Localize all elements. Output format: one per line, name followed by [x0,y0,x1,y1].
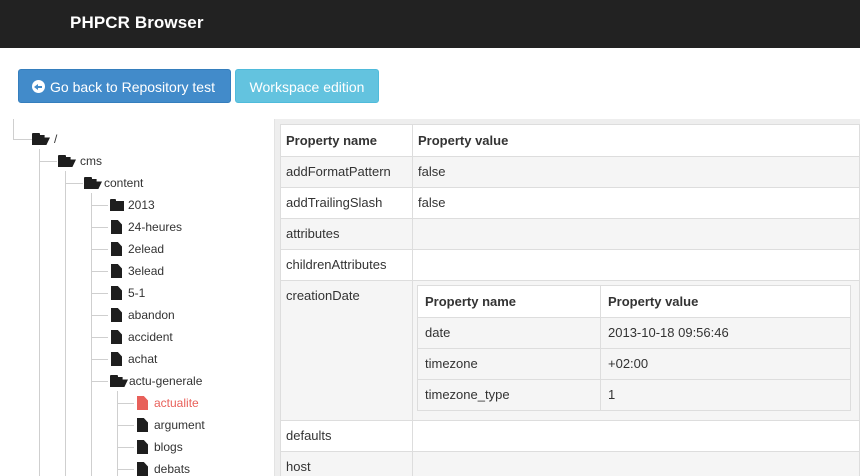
app-title[interactable]: PHPCR Browser [70,13,204,33]
workspace-edition-label: Workspace edition [249,79,365,95]
properties-panel: Property name Property value addFormatPa… [275,119,860,476]
tree-node-label: abandon [128,308,175,322]
property-value: Property name Property value date 2013-1… [412,280,860,421]
go-back-label: Go back to Repository test [50,79,215,95]
tree-node-label: achat [128,352,158,366]
tree-connector [91,381,108,382]
tree-node-label: 2elead [128,242,165,256]
tree-connector [91,205,108,206]
folder-open-icon [32,133,51,145]
tree-connector [91,249,108,250]
file-icon [111,308,122,322]
tree-node-label: blogs [154,440,183,454]
file-icon [137,440,148,454]
tree-connector [91,337,108,338]
nested-row: timezone +02:00 [417,348,851,380]
property-name: childrenAttributes [280,249,413,281]
table-row: childrenAttributes [280,249,860,281]
tree-connector [117,447,134,448]
tree-connector [91,359,108,360]
go-back-button[interactable]: Go back to Repository test [18,69,231,103]
property-name: creationDate [280,280,413,421]
file-icon [111,264,122,278]
nested-header-row: Property name Property value [417,285,851,318]
property-value: +02:00 [600,348,851,380]
file-icon [111,242,122,256]
column-header-value: Property value [600,285,851,318]
tree-node-label: accident [128,330,173,344]
tree-connector [65,183,83,184]
nested-properties-table: Property name Property value date 2013-1… [417,285,851,411]
table-header-row: Property name Property value [280,124,860,157]
properties-table: Property name Property value addFormatPa… [280,124,860,476]
tree-node-label: actualite [154,396,199,410]
property-name: host [280,451,413,476]
tree-connector [117,425,134,426]
tree-connector [91,193,92,476]
column-header-name: Property name [417,285,601,318]
tree-connector [91,315,108,316]
tree-connector [117,469,134,470]
property-value [412,451,860,476]
property-value: 2013-10-18 09:56:46 [600,317,851,349]
folder-open-icon [84,177,103,189]
tree-connector [65,171,66,476]
circle-arrow-left-icon [32,80,45,93]
tree-connector [91,271,108,272]
property-name: defaults [280,420,413,452]
property-value: false [412,187,860,219]
nested-row: timezone_type 1 [417,379,851,411]
file-icon [137,396,148,410]
property-value [412,218,860,250]
column-header-value: Property value [412,124,860,157]
tree-connector [39,149,40,476]
tree-node-label: 24-heures [128,220,183,234]
table-row: host [280,451,860,476]
table-row: creationDate Property name Property valu… [280,280,860,421]
property-name: date [417,317,601,349]
file-icon [137,462,148,476]
tree-node-label: argument [154,418,205,432]
tree-node-label: 5-1 [128,286,146,300]
tree-node-label: actu-generale [129,374,203,388]
tree-node-label: cms [80,154,102,168]
table-row: addFormatPattern false [280,156,860,188]
tree-node-label: debats [154,462,191,476]
file-icon [137,418,148,432]
tree-connector [117,403,134,404]
property-name: timezone [417,348,601,380]
folder-open-icon [58,155,77,167]
tree-node-label: 2013 [128,198,155,212]
tree-connector [39,161,57,162]
property-name: timezone_type [417,379,601,411]
workspace-edition-button[interactable]: Workspace edition [235,69,379,103]
property-name: addTrailingSlash [280,187,413,219]
tree-connector [91,293,108,294]
property-name: attributes [280,218,413,250]
file-icon [111,220,122,234]
file-icon [111,352,122,366]
property-name: addFormatPattern [280,156,413,188]
table-row: attributes [280,218,860,250]
top-navbar: PHPCR Browser [0,0,860,48]
column-header-name: Property name [280,124,413,157]
nested-row: date 2013-10-18 09:56:46 [417,317,851,349]
folder-closed-icon [110,199,124,211]
tree-node-label: content [104,176,144,190]
folder-open-icon [110,375,129,387]
tree-node-label: / [54,132,58,146]
file-icon [111,330,122,344]
property-value: false [412,156,860,188]
node-tree: / cms content 2013 24-heures 2elead 3ele… [0,119,275,476]
tree-connector [13,139,32,140]
table-row: defaults [280,420,860,452]
file-icon [111,286,122,300]
tree-node-label: 3elead [128,264,165,278]
tree-connector [91,227,108,228]
property-value [412,420,860,452]
property-value [412,249,860,281]
table-row: addTrailingSlash false [280,187,860,219]
property-value: 1 [600,379,851,411]
tree-connector [13,119,14,140]
